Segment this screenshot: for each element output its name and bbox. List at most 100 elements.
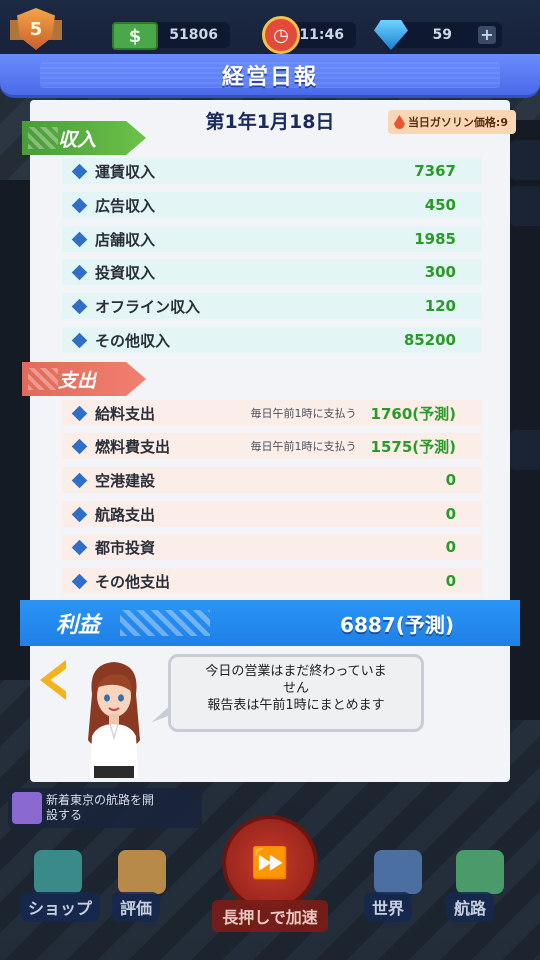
payment-note: 毎日午前1時に支払う (250, 440, 357, 453)
expense-row: その他支出 0 (62, 568, 482, 594)
expense-value: 0 (445, 572, 456, 590)
mission-banner[interactable]: 新着東京の航路を開 設する (8, 788, 202, 828)
income-value: 300 (424, 263, 456, 281)
level-value: 5 (29, 18, 43, 40)
fuel-drop-icon (393, 115, 405, 129)
expense-label: 燃料費支出 (95, 437, 171, 456)
expense-value: 0 (445, 538, 456, 556)
profit-value: 6887(予測) (340, 612, 454, 637)
nav-rating-label: 評価 (120, 899, 153, 918)
expense-value: 0 (445, 471, 456, 489)
income-tag-label: 収入 (58, 128, 97, 151)
fast-forward-button[interactable]: ⏩ (222, 815, 318, 911)
top-hud: 5 51806 $ 11:46 ◷ 59 + (0, 0, 540, 58)
income-value: 120 (424, 297, 456, 315)
speech-bubble: 今日の営業はまだ終わっていま せん 報告表は午前1時にまとめます (168, 654, 424, 732)
income-label: 店舗収入 (95, 230, 156, 249)
expense-row: 都市投資 0 (62, 534, 482, 560)
cash-value: 51806 (169, 27, 218, 43)
expense-label: 給料支出 (95, 404, 156, 423)
expense-label: その他支出 (95, 572, 171, 591)
expense-label: 都市投資 (95, 538, 156, 557)
shop-basket-icon (34, 850, 82, 894)
mission-icon (12, 792, 42, 824)
bullet-diamond-icon (71, 472, 88, 488)
income-label: オフライン収入 (95, 297, 201, 316)
speech-line: 報告表は午前1時にまとめます (207, 698, 385, 713)
income-label: 広告収入 (95, 196, 156, 215)
level-shield-icon: 5 (17, 8, 55, 50)
income-row: 運賃収入 7367 (62, 158, 482, 184)
speed-up-label[interactable]: 長押しで加速 (212, 900, 328, 932)
mission-text-line: 新着東京の航路を開 (46, 793, 155, 807)
secretary-avatar (88, 662, 140, 778)
expense-label: 空港建設 (95, 471, 156, 490)
income-label: 運賃収入 (95, 162, 156, 181)
time-value: 11:46 (299, 27, 344, 43)
expense-label: 航路支出 (95, 505, 156, 524)
plus-icon: + (480, 25, 494, 44)
bullet-diamond-icon (71, 163, 88, 179)
gem-value: 59 (432, 27, 452, 43)
rating-folder-icon (118, 850, 166, 894)
gas-price-badge: 当日ガソリン価格:9 (387, 110, 516, 134)
profit-label: 利益 (56, 613, 101, 638)
expense-row: 燃料費支出 毎日午前1時に支払う 1575(予測) (62, 433, 482, 459)
expense-value: 1575(予測) (370, 437, 456, 456)
tag-pattern (28, 127, 58, 149)
cash-symbol: $ (128, 25, 142, 47)
expense-row: 航路支出 0 (62, 501, 482, 527)
income-section-tag: 収入 (22, 121, 146, 155)
income-value: 1985 (414, 230, 456, 248)
nav-world-label: 世界 (372, 899, 405, 918)
income-row: 広告収入 450 (62, 192, 482, 218)
income-row: 投資収入 300 (62, 259, 482, 285)
mission-text: 新着東京の航路を開 設する (46, 793, 154, 823)
nav-world[interactable]: 世界 (364, 892, 413, 922)
nav-routes[interactable]: 航路 (446, 892, 495, 922)
income-label: 投資収入 (95, 263, 156, 282)
alarm-clock-icon[interactable]: ◷ (262, 16, 300, 54)
income-label: その他収入 (95, 331, 171, 350)
income-value: 450 (424, 196, 456, 214)
speed-up-text: 長押しで加速 (222, 908, 318, 927)
bullet-diamond-icon (71, 573, 88, 589)
profit-pattern (120, 610, 210, 636)
nav-rating[interactable]: 評価 (112, 892, 161, 922)
income-value: 85200 (403, 331, 456, 349)
nav-routes-label: 航路 (454, 899, 487, 918)
level-badge[interactable]: 5 (8, 6, 64, 52)
bullet-diamond-icon (71, 298, 88, 314)
add-gems-button[interactable]: + (478, 26, 496, 44)
bullet-diamond-icon (71, 332, 88, 348)
speech-line: 今日の営業はまだ終わっていま (205, 664, 387, 679)
profit-bar: 利益 6887(予測) (20, 600, 520, 646)
bullet-diamond-icon (71, 231, 88, 247)
bullet-diamond-icon (71, 506, 88, 522)
dialog-title: 経営日報 (221, 64, 318, 90)
nav-shop-label: ショップ (28, 899, 93, 918)
income-row: 店舗収入 1985 (62, 226, 482, 252)
bullet-diamond-icon (71, 438, 88, 454)
routes-plane-icon (456, 850, 504, 894)
expense-tag-label: 支出 (58, 369, 97, 392)
tag-pattern (28, 368, 58, 390)
income-row: その他収入 85200 (62, 327, 482, 353)
expense-value: 1760(予測) (370, 404, 456, 423)
bullet-diamond-icon (71, 539, 88, 555)
expense-row: 空港建設 0 (62, 467, 482, 493)
dialog-title-bar: 経営日報 (0, 54, 540, 98)
income-row: オフライン収入 120 (62, 293, 482, 319)
bullet-diamond-icon (71, 264, 88, 280)
gas-price-label: 当日ガソリン価格:9 (407, 116, 508, 129)
cash-icon: $ (112, 22, 158, 50)
bullet-diamond-icon (71, 197, 88, 213)
expense-value: 0 (445, 505, 456, 523)
expense-section-tag: 支出 (22, 362, 146, 396)
bullet-diamond-icon (71, 405, 88, 421)
payment-note: 毎日午前1時に支払う (250, 407, 357, 420)
expense-row: 給料支出 毎日午前1時に支払う 1760(予測) (62, 400, 482, 426)
nav-shop[interactable]: ショップ (20, 892, 101, 922)
world-map-pin-icon (374, 850, 422, 894)
mission-text-line: 設する (46, 808, 83, 822)
